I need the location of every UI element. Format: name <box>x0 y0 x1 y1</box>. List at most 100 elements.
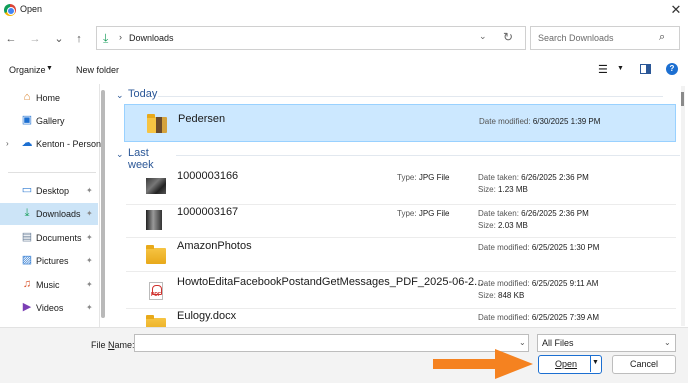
breadcrumb-separator: › <box>119 32 122 42</box>
breadcrumb-downloads[interactable]: Downloads <box>129 33 174 43</box>
caret-down-icon[interactable]: ▼ <box>617 65 624 72</box>
sidebar-item-label: Home <box>36 93 61 103</box>
file-row[interactable]: HowtoEditaFacebookPostandGetMessages_PDF… <box>124 272 676 310</box>
file-type-select[interactable]: All Files ⌄ <box>537 334 676 352</box>
folder-icon <box>146 315 166 327</box>
chrome-icon <box>4 4 16 16</box>
organize-button[interactable]: Organize <box>9 65 46 75</box>
close-button[interactable]: ✕ <box>664 0 688 20</box>
group-divider <box>158 96 663 97</box>
sidebar-scrollbar[interactable] <box>101 90 105 318</box>
navigation-pane: ⌂ Home ▣ Gallery › ☁ Kenton - Person ▭ D… <box>0 84 102 327</box>
file-date: Date taken: 6/26/2025 2:36 PM <box>478 173 589 182</box>
file-row[interactable]: AmazonPhotos Date modified: 6/25/2025 1:… <box>124 236 676 274</box>
file-date: Date modified: 6/25/2025 1:30 PM <box>478 243 600 252</box>
file-type: Type: JPG File <box>397 173 450 182</box>
command-bar: Organize ▼ New folder ☰ ▼ ? <box>0 58 688 82</box>
title-bar: Open ✕ <box>0 0 688 22</box>
cancel-button[interactable]: Cancel <box>612 355 676 374</box>
gallery-icon: ▣ <box>21 114 33 126</box>
file-list: ⌄ Today Pedersen Date modified: 6/30/202… <box>110 84 680 327</box>
videos-icon: ▶ <box>22 301 32 313</box>
chevron-down-icon: ⌄ <box>116 149 124 159</box>
pin-icon: ✦ <box>86 303 93 312</box>
file-date: Date modified: 6/25/2025 7:39 AM <box>478 313 599 322</box>
download-icon: ⤓ <box>103 31 109 45</box>
file-size: Size: 2.03 MB <box>478 221 528 230</box>
folder-icon <box>147 114 167 133</box>
file-name: 1000003166 <box>177 170 239 182</box>
folder-icon <box>146 245 166 264</box>
scrollbar-thumb[interactable] <box>681 92 684 106</box>
file-type-value: All Files <box>542 338 574 348</box>
sidebar-item-onedrive[interactable]: ☁ Kenton - Person <box>0 133 102 155</box>
sidebar-item-label: Music <box>36 280 60 290</box>
open-button[interactable]: Open ▼ <box>538 355 602 374</box>
sidebar-item-home[interactable]: ⌂ Home <box>0 87 98 109</box>
sidebar-item-music[interactable]: ♫ Music ✦ <box>0 274 98 296</box>
pin-icon: ✦ <box>86 280 93 289</box>
dialog-footer: File Name: ⌄ All Files ⌄ Open ▼ Cancel <box>0 327 688 383</box>
forward-button[interactable]: → <box>26 30 44 48</box>
file-date: Date modified: 6/25/2025 9:11 AM <box>478 279 599 288</box>
onedrive-icon: ☁ <box>21 137 33 149</box>
file-row[interactable]: 1000003166 Type: JPG File Date taken: 6/… <box>124 166 676 204</box>
back-button[interactable]: ← <box>2 30 20 48</box>
chevron-down-icon[interactable]: ⌄ <box>519 338 526 347</box>
pictures-icon: ▨ <box>21 254 33 266</box>
sidebar-item-desktop[interactable]: ▭ Desktop ✦ <box>0 180 98 202</box>
sidebar-item-videos[interactable]: ▶ Videos ✦ <box>0 297 98 319</box>
file-name: HowtoEditaFacebookPostandGetMessages_PDF… <box>177 276 484 288</box>
file-name: Eulogy.docx <box>177 310 237 322</box>
chevron-down-icon[interactable]: ⌄ <box>479 31 487 42</box>
file-name: Pedersen <box>178 113 226 125</box>
sidebar-item-gallery[interactable]: ▣ Gallery <box>0 110 98 132</box>
new-folder-button[interactable]: New folder <box>76 65 119 75</box>
preview-pane-icon[interactable] <box>640 64 651 74</box>
annotation-arrow-icon <box>433 349 533 379</box>
view-options-icon[interactable]: ☰ <box>598 63 608 76</box>
caret-down-icon[interactable]: ▼ <box>592 359 599 366</box>
group-title: Today <box>128 88 158 100</box>
image-thumbnail <box>146 178 166 194</box>
up-button[interactable]: ↑ <box>70 30 88 48</box>
search-box[interactable]: Search Downloads ⌕ <box>530 26 680 50</box>
file-row[interactable]: Eulogy.docx Date modified: 6/25/2025 7:3… <box>124 306 676 327</box>
sidebar-item-label: Kenton - Person <box>36 139 102 149</box>
sidebar-item-label: Videos <box>36 303 64 313</box>
pdf-icon <box>149 282 163 300</box>
up-arrow-icon: ↑ <box>76 33 82 45</box>
file-row[interactable]: 1000003167 Type: JPG File Date taken: 6/… <box>124 202 676 240</box>
search-input[interactable]: Search Downloads <box>538 33 614 43</box>
sidebar-item-downloads[interactable]: ⤓ Downloads ✦ <box>0 203 98 225</box>
file-list-scrollbar[interactable] <box>681 86 685 326</box>
file-size: Size: 848 KB <box>478 291 525 300</box>
sidebar-item-pictures[interactable]: ▨ Pictures ✦ <box>0 250 98 272</box>
file-date: Date modified: 6/30/2025 1:39 PM <box>479 117 601 126</box>
forward-arrow-icon: → <box>29 33 41 45</box>
help-icon[interactable]: ? <box>666 63 678 75</box>
file-name-label: File Name: <box>91 340 135 350</box>
file-type: Type: JPG File <box>397 209 450 218</box>
file-name: AmazonPhotos <box>177 240 252 252</box>
pin-icon: ✦ <box>86 233 93 242</box>
refresh-icon[interactable]: ↻ <box>503 30 513 44</box>
download-icon: ⤓ <box>24 207 30 219</box>
sidebar-item-documents[interactable]: ▤ Documents ✦ <box>0 227 98 249</box>
file-row[interactable]: Pedersen Date modified: 6/30/2025 1:39 P… <box>124 104 676 142</box>
sidebar-item-label: Gallery <box>36 116 65 126</box>
pin-icon: ✦ <box>86 256 93 265</box>
split-divider <box>590 356 591 372</box>
chevron-down-icon: ⌄ <box>664 338 671 347</box>
image-thumbnail <box>146 210 162 230</box>
file-size: Size: 1.23 MB <box>478 185 528 194</box>
address-bar[interactable]: ⤓ › Downloads ⌄ ↻ <box>96 26 526 50</box>
documents-icon: ▤ <box>21 231 33 243</box>
sidebar-item-label: Desktop <box>36 186 70 196</box>
close-icon: ✕ <box>670 2 682 17</box>
recent-locations-button[interactable]: ⌄ <box>50 30 68 48</box>
sidebar-item-label: Documents <box>36 233 82 243</box>
sidebar-item-label: Pictures <box>36 256 69 266</box>
pin-icon: ✦ <box>86 186 93 195</box>
music-icon: ♫ <box>22 278 32 290</box>
